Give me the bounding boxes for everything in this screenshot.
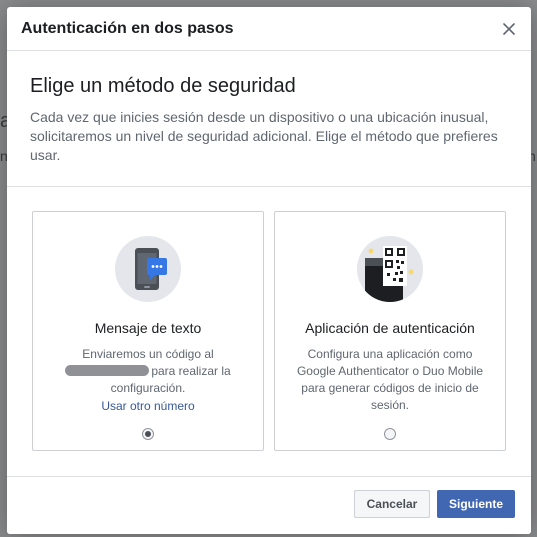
two-factor-dialog: Autenticación en dos pasos Elige un méto…	[7, 7, 531, 534]
radio-text-message[interactable]	[142, 428, 154, 440]
method-options: Mensaje de texto Enviaremos un código al…	[7, 187, 531, 483]
authenticator-qr-icon	[357, 236, 423, 302]
section-description: Cada vez que inicies sesión desde un dis…	[30, 109, 498, 163]
masked-phone-number	[65, 365, 150, 376]
description-text: Enviaremos un código al	[82, 347, 214, 361]
dialog-title: Autenticación en dos pasos	[21, 19, 234, 37]
option-title: Aplicación de autenticación	[305, 320, 475, 336]
next-button[interactable]: Siguiente	[437, 490, 515, 518]
use-other-number-link[interactable]: Usar otro número	[45, 398, 251, 415]
dialog-header: Autenticación en dos pasos	[7, 7, 531, 51]
close-icon	[503, 23, 515, 35]
intro-section: Elige un método de seguridad Cada vez qu…	[7, 51, 531, 187]
radio-authenticator-app[interactable]	[384, 428, 396, 440]
section-heading: Elige un método de seguridad	[30, 75, 296, 97]
phone-message-icon	[115, 236, 181, 302]
option-description: Configura una aplicación como Google Aut…	[296, 347, 484, 412]
option-card-text-message[interactable]: Mensaje de texto Enviaremos un código al…	[32, 211, 264, 451]
option-card-authenticator-app[interactable]: Aplicación de autenticación Configura un…	[274, 211, 506, 451]
close-button[interactable]	[497, 17, 521, 41]
cancel-button[interactable]: Cancelar	[354, 490, 430, 518]
dialog-footer: Cancelar Siguiente	[7, 476, 531, 534]
option-description: Enviaremos un código al para realizar la…	[33, 346, 263, 415]
option-title: Mensaje de texto	[94, 320, 202, 336]
